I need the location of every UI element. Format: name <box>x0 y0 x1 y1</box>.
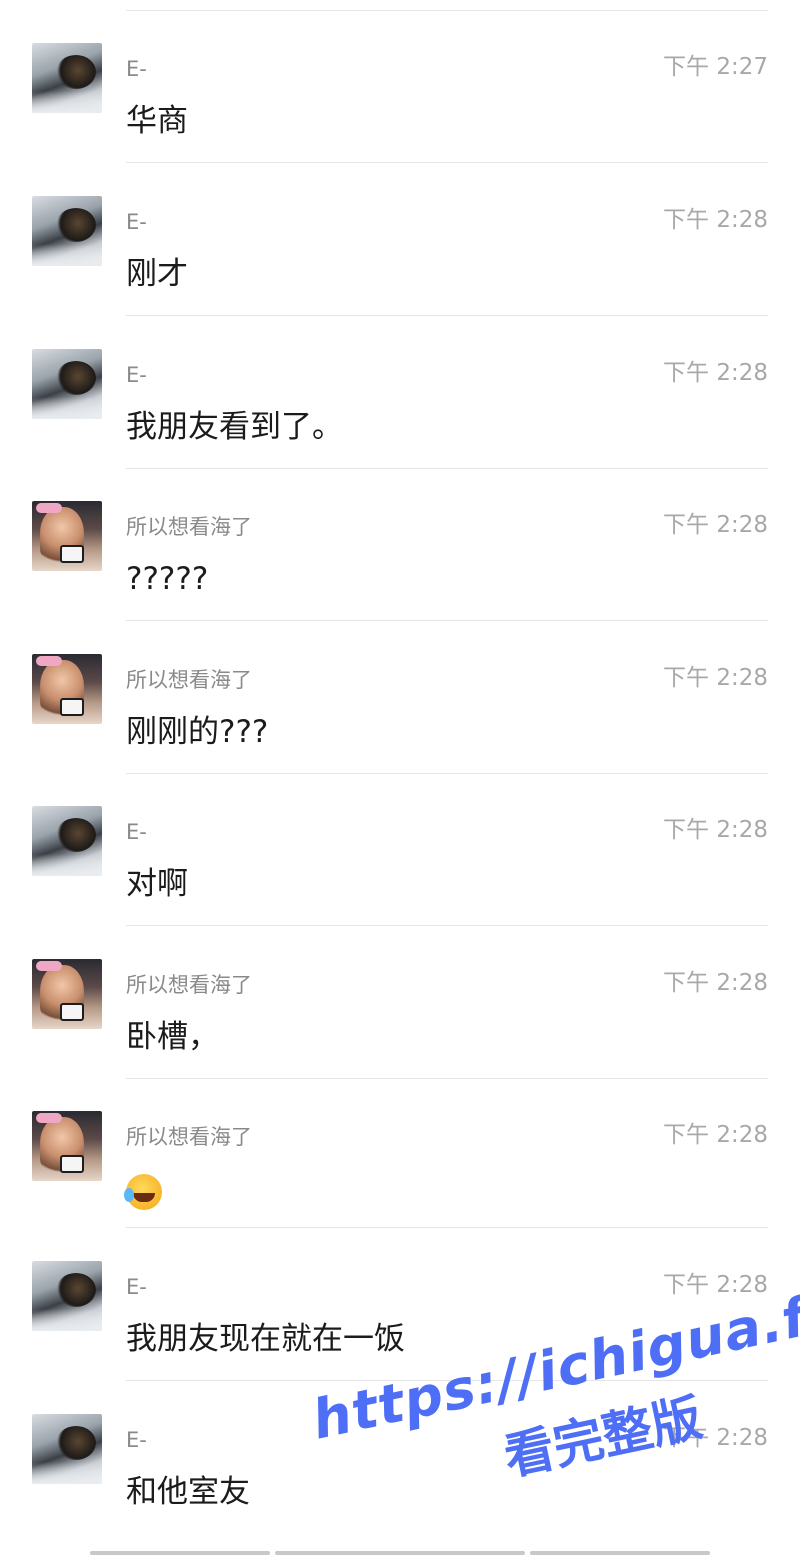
hair-bow-icon <box>36 1113 62 1123</box>
male-avatar[interactable] <box>32 196 102 266</box>
message-time: 下午 2:28 <box>663 1272 768 1298</box>
scroll-segment <box>275 1551 525 1555</box>
male-avatar[interactable] <box>32 349 102 419</box>
female-avatar[interactable] <box>32 501 102 571</box>
message-time: 下午 2:28 <box>663 1122 768 1148</box>
sender-name: 所以想看海了 <box>126 515 252 539</box>
male-avatar[interactable] <box>32 43 102 113</box>
message-text: 对啊 <box>126 866 188 902</box>
message-time: 下午 2:28 <box>663 512 768 538</box>
message-time: 下午 2:28 <box>663 817 768 843</box>
divider <box>126 162 768 163</box>
divider <box>126 315 768 316</box>
scroll-segment <box>90 1551 270 1555</box>
chat-message[interactable]: E- 下午 2:28 和他室友 <box>0 1382 800 1552</box>
message-text: 刚刚的??? <box>126 714 269 750</box>
male-avatar[interactable] <box>32 806 102 876</box>
message-time: 下午 2:28 <box>663 360 768 386</box>
message-time: 下午 2:27 <box>663 54 768 80</box>
hair-bow-icon <box>36 656 62 666</box>
chat-message[interactable]: 所以想看海了 下午 2:28 卧槽， <box>0 927 800 1079</box>
message-text: 刚才 <box>126 256 188 292</box>
message-text <box>124 1167 162 1211</box>
sender-name: E- <box>126 1428 147 1452</box>
female-avatar[interactable] <box>32 959 102 1029</box>
message-time: 下午 2:28 <box>663 207 768 233</box>
chat-message[interactable]: 所以想看海了 下午 2:28 <box>0 1079 800 1228</box>
sender-name: E- <box>126 820 147 844</box>
sender-name: 所以想看海了 <box>126 1125 252 1149</box>
sender-name: 所以想看海了 <box>126 973 252 997</box>
hair-bow-icon <box>36 961 62 971</box>
bottom-scroll-indicator <box>0 1551 800 1563</box>
chat-history-screen: E- 下午 2:27 华商 E- 下午 2:28 刚才 E- 下午 2:28 我… <box>0 0 800 1563</box>
divider <box>126 925 768 926</box>
chat-message[interactable]: E- 下午 2:28 对啊 <box>0 774 800 926</box>
divider <box>126 1227 768 1228</box>
sender-name: E- <box>126 363 147 387</box>
message-time: 下午 2:28 <box>663 665 768 691</box>
message-text: 我朋友现在就在一饭 <box>126 1321 405 1357</box>
chat-message[interactable]: E- 下午 2:28 刚才 <box>0 164 800 316</box>
laugh-cry-emoji-icon <box>124 1173 162 1210</box>
male-avatar[interactable] <box>32 1414 102 1484</box>
sender-name: E- <box>126 1275 147 1299</box>
female-avatar[interactable] <box>32 1111 102 1181</box>
message-text: 和他室友 <box>126 1474 250 1510</box>
chat-message[interactable]: E- 下午 2:28 我朋友看到了。 <box>0 317 800 469</box>
sender-name: 所以想看海了 <box>126 668 252 692</box>
male-avatar[interactable] <box>32 1261 102 1331</box>
chat-message[interactable]: E- 下午 2:28 我朋友现在就在一饭 <box>0 1229 800 1381</box>
message-text: 卧槽， <box>126 1019 219 1055</box>
divider <box>126 1380 768 1381</box>
chat-message[interactable]: 所以想看海了 下午 2:28 刚刚的??? <box>0 622 800 774</box>
message-text: ????? <box>126 561 209 597</box>
hair-bow-icon <box>36 503 62 513</box>
divider <box>126 620 768 621</box>
female-avatar[interactable] <box>32 654 102 724</box>
chat-message[interactable]: E- 下午 2:27 华商 <box>0 11 800 163</box>
sender-name: E- <box>126 210 147 234</box>
chat-message[interactable]: 所以想看海了 下午 2:28 ????? <box>0 469 800 621</box>
sender-name: E- <box>126 57 147 81</box>
message-text: 华商 <box>126 103 188 139</box>
message-time: 下午 2:28 <box>663 970 768 996</box>
message-text: 我朋友看到了。 <box>126 409 343 445</box>
scroll-segment <box>530 1551 710 1555</box>
message-time: 下午 2:28 <box>663 1425 768 1451</box>
